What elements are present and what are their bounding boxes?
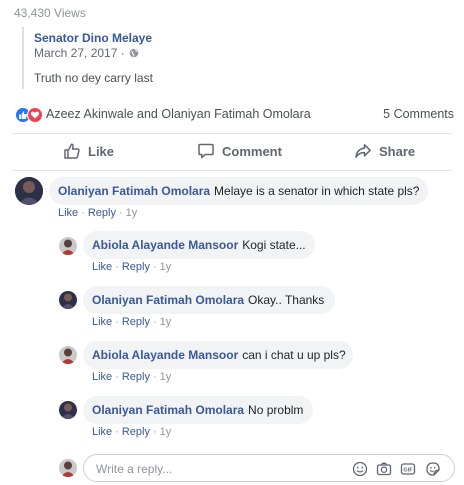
- avatar[interactable]: [59, 401, 77, 419]
- reply-bubble: Olaniyan Fatimah Omolara No problm: [83, 396, 313, 424]
- reply-text: can i chat u up pls?: [242, 348, 346, 362]
- reply-text: No problm: [248, 403, 304, 417]
- reply-meta: Like · Reply · 1y: [92, 426, 172, 438]
- reply-like-link[interactable]: Like: [92, 261, 112, 273]
- emoji-icon[interactable]: [352, 461, 368, 477]
- view-count: 43,430 Views: [14, 6, 86, 20]
- reply-reply-link[interactable]: Reply: [122, 371, 150, 383]
- avatar[interactable]: [15, 177, 43, 205]
- reply-like-link[interactable]: Like: [92, 426, 112, 438]
- thumbs-up-icon: [64, 143, 80, 159]
- shared-post-date: March 27, 2017 ·: [34, 46, 139, 60]
- avatar[interactable]: [59, 237, 77, 255]
- reply-input[interactable]: [94, 459, 328, 479]
- like-button-label: Like: [88, 143, 115, 159]
- shared-post-author[interactable]: Senator Dino Melaye: [34, 31, 152, 45]
- reply-bubble: Olaniyan Fatimah Omolara Okay.. Thanks: [83, 286, 335, 314]
- divider: [12, 170, 452, 171]
- divider: [12, 133, 452, 134]
- gif-icon[interactable]: GIF: [400, 461, 416, 477]
- comment-reply-link[interactable]: Reply: [88, 207, 116, 219]
- reply-author[interactable]: Olaniyan Fatimah Omolara: [92, 403, 244, 417]
- reply-bubble: Abiola Alayande Mansoor Kogi state...: [83, 231, 315, 259]
- share-button[interactable]: Share: [354, 142, 415, 160]
- comment-meta: Like · Reply · 1y: [58, 207, 138, 219]
- comment-bubble: Olaniyan Fatimah Omolara Melaye is a sena…: [49, 177, 428, 205]
- comment-like-link[interactable]: Like: [58, 207, 78, 219]
- comments-count[interactable]: 5 Comments: [383, 107, 454, 121]
- shared-post: Senator Dino Melaye March 27, 2017 · Tru…: [22, 27, 444, 89]
- reply-author[interactable]: Abiola Alayande Mansoor: [92, 238, 238, 252]
- reply-time[interactable]: 1y: [160, 261, 172, 273]
- reply-meta: Like · Reply · 1y: [92, 371, 172, 383]
- comment-button[interactable]: Comment: [197, 142, 282, 160]
- camera-icon[interactable]: [376, 461, 392, 477]
- reply-meta: Like · Reply · 1y: [92, 261, 172, 273]
- reply-meta: Like · Reply · 1y: [92, 316, 172, 328]
- shared-post-text: Truth no dey carry last: [34, 71, 153, 85]
- comment-time[interactable]: 1y: [126, 207, 138, 219]
- reply-time[interactable]: 1y: [160, 371, 172, 383]
- like-button[interactable]: Like: [63, 142, 114, 160]
- reply-author[interactable]: Olaniyan Fatimah Omolara: [92, 293, 244, 307]
- post-actions: Like Comment Share: [0, 138, 464, 166]
- comment-text: Melaye is a senator in which state pls?: [214, 184, 420, 198]
- shared-post-date-text[interactable]: March 27, 2017 ·: [34, 46, 125, 60]
- reaction-names[interactable]: Azeez Akinwale and Olaniyan Fatimah Omol…: [46, 107, 311, 121]
- reaction-icons[interactable]: [15, 107, 45, 123]
- reply-like-link[interactable]: Like: [92, 371, 112, 383]
- current-user-avatar[interactable]: [59, 459, 77, 477]
- comment-button-label: Comment: [222, 143, 282, 159]
- reply-reply-link[interactable]: Reply: [122, 316, 150, 328]
- reactions-bar: Azeez Akinwale and Olaniyan Fatimah Omol…: [0, 103, 464, 125]
- reply-author[interactable]: Abiola Alayande Mansoor: [92, 348, 238, 362]
- reply-text: Okay.. Thanks: [248, 293, 325, 307]
- share-button-label: Share: [379, 143, 416, 159]
- reply-composer: GIF: [83, 454, 455, 482]
- share-icon: [355, 144, 371, 158]
- sticker-icon[interactable]: [425, 461, 441, 477]
- avatar[interactable]: [59, 291, 77, 309]
- reply-reply-link[interactable]: Reply: [122, 261, 150, 273]
- reply-reply-link[interactable]: Reply: [122, 426, 150, 438]
- reply-like-link[interactable]: Like: [92, 316, 112, 328]
- reply-bubble: Abiola Alayande Mansoor can i chat u up p…: [83, 341, 353, 369]
- avatar[interactable]: [59, 346, 77, 364]
- reply-time[interactable]: 1y: [160, 316, 172, 328]
- reply-text: Kogi state...: [242, 238, 306, 252]
- reply-time[interactable]: 1y: [160, 426, 172, 438]
- comment-author[interactable]: Olaniyan Fatimah Omolara: [58, 184, 210, 198]
- globe-icon: [129, 48, 139, 58]
- svg-text:GIF: GIF: [403, 468, 413, 474]
- comment-icon: [198, 143, 214, 159]
- love-reaction-icon: [27, 107, 43, 123]
